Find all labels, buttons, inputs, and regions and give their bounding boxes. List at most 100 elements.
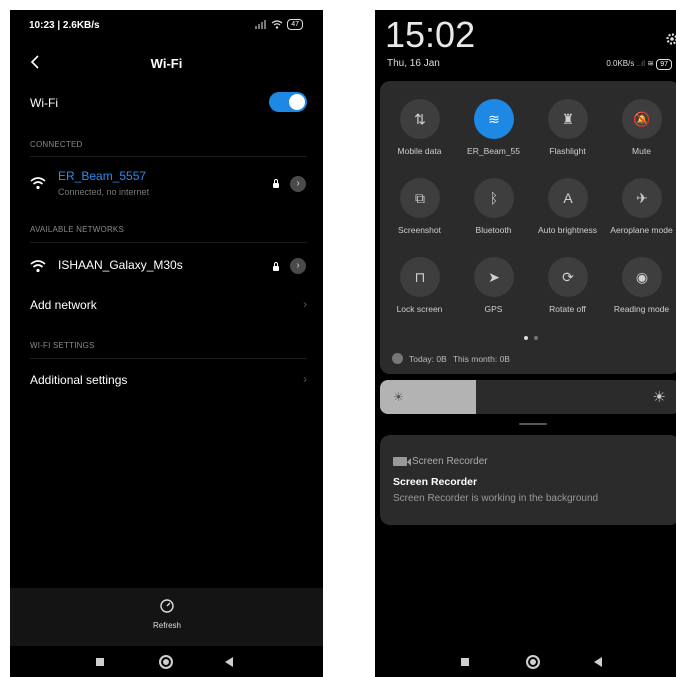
wifi-signal-icon — [30, 260, 46, 273]
home-button[interactable] — [526, 655, 540, 669]
tile-auto-brightness[interactable]: A Auto brightness — [530, 178, 605, 244]
divider — [30, 242, 307, 243]
battery-icon: 47 — [287, 19, 303, 30]
bluetooth-icon: ᛒ — [474, 178, 514, 218]
refresh-button[interactable]: Refresh — [145, 598, 189, 638]
auto-brightness-icon: A — [548, 178, 588, 218]
data-usage-icon — [392, 353, 403, 364]
usage-today: Today: 0B — [409, 353, 447, 364]
tile-aeroplane-mode[interactable]: ✈ Aeroplane mode — [604, 178, 676, 244]
tile-reading-mode[interactable]: ◉ Reading mode — [604, 257, 676, 323]
battery-icon: 97 — [656, 59, 672, 70]
signal-icon — [255, 20, 267, 29]
brightness-slider[interactable]: ☀ ☀ — [380, 380, 676, 414]
net-speed: 0.0KB/s ..ıl ≋ 97 — [606, 59, 672, 70]
mute-icon: 🔕 — [622, 99, 662, 139]
tile-label: Reading mode — [613, 304, 670, 314]
wifi-status-icon — [271, 20, 283, 29]
page-dot-active — [524, 336, 528, 340]
rotate-icon: ⟳ — [548, 257, 588, 297]
status-icons: 47 — [255, 19, 303, 30]
connected-network-row[interactable]: ER_Beam_5557 Connected, no internet › — [10, 166, 323, 206]
notification-app-row: Screen Recorder — [393, 456, 488, 467]
chevron-right-icon: › — [303, 297, 307, 311]
quick-settings-panel: ⇅ Mobile data ≋ ER_Beam_55 ♜ Flashlight 🔕 Mute ⧉… — [380, 81, 676, 374]
tile-screenshot[interactable]: ⧉ Screenshot — [382, 178, 457, 244]
lock-icon: ⊓ — [400, 257, 440, 297]
notification-app-name: Screen Recorder — [412, 456, 488, 467]
tile-rotate-off[interactable]: ⟳ Rotate off — [530, 257, 605, 323]
page-title: Wi-Fi — [150, 56, 183, 71]
back-button[interactable] — [225, 657, 233, 667]
lock-icon — [273, 179, 279, 188]
wifi-toggle-label: Wi-Fi — [30, 96, 58, 110]
tile-label: Aeroplane mode — [610, 225, 673, 235]
page-dot — [534, 336, 538, 340]
tile-bluetooth[interactable]: ᛒ Bluetooth — [456, 178, 531, 244]
refresh-label: Refresh — [152, 621, 181, 630]
gps-icon: ➤ — [474, 257, 514, 297]
wifi-signal-icon — [30, 177, 46, 190]
available-network-name: ISHAAN_Galaxy_M30s — [58, 258, 183, 272]
screenshot-icon: ⧉ — [400, 178, 440, 218]
aeroplane-icon: ✈ — [622, 178, 662, 218]
additional-settings-row[interactable]: Additional settings › — [10, 370, 323, 396]
page-indicator — [524, 336, 538, 340]
network-details-button[interactable]: › — [290, 176, 306, 192]
additional-settings-label: Additional settings — [30, 373, 128, 387]
status-bar: 10:23 | 2.6KB/s 47 — [10, 10, 323, 44]
page-header: Wi-Fi — [10, 52, 323, 82]
connected-network-status: Connected, no internet — [58, 187, 150, 197]
chevron-right-icon: › — [303, 372, 307, 386]
tile-er-beam-55[interactable]: ≋ ER_Beam_55 — [456, 99, 531, 165]
available-section-label: AVAILABLE NETWORKS — [30, 225, 124, 234]
tile-mute[interactable]: 🔕 Mute — [604, 99, 676, 165]
flashlight-icon: ♜ — [548, 99, 588, 139]
divider — [30, 358, 307, 359]
brightness-low-icon: ☀ — [393, 390, 404, 404]
add-network-row[interactable]: Add network › — [10, 295, 323, 321]
network-details-button[interactable]: › — [290, 258, 306, 274]
data-usage[interactable]: Today: 0B This month: 0B — [392, 353, 510, 364]
home-button[interactable] — [159, 655, 173, 669]
available-network-row[interactable]: ISHAAN_Galaxy_M30s › — [10, 253, 323, 281]
brightness-high-icon: ☀ — [652, 389, 666, 406]
wifi-settings-section-label: WI-FI SETTINGS — [30, 341, 95, 350]
wifi-toggle-row[interactable]: Wi-Fi — [10, 92, 323, 122]
tile-label: Mute — [632, 146, 651, 156]
status-time: 10:23 | 2.6KB/s — [29, 20, 100, 31]
date: Thu, 16 Jan — [387, 58, 440, 69]
connected-section-label: CONNECTED — [30, 140, 83, 149]
wifi-icon: ≋ — [474, 99, 514, 139]
drag-handle[interactable] — [519, 423, 547, 425]
mobile-data-icon: ⇅ — [400, 99, 440, 139]
recents-button[interactable] — [461, 658, 469, 666]
refresh-icon — [160, 599, 174, 613]
clock: 15:02 — [385, 14, 476, 55]
add-network-label: Add network — [30, 298, 97, 312]
divider — [30, 156, 307, 157]
notification-card[interactable]: Screen Recorder Screen Recorder Screen R… — [380, 435, 676, 525]
notification-title: Screen Recorder — [393, 476, 478, 488]
lock-icon — [273, 262, 279, 271]
signal-icon: ..ıl — [636, 59, 646, 68]
back-button[interactable] — [594, 657, 602, 667]
navigation-bar — [375, 646, 676, 677]
net-speed-value: 0.0KB/s — [606, 59, 635, 68]
tile-lock-screen[interactable]: ⊓ Lock screen — [382, 257, 457, 323]
connected-network-name: ER_Beam_5557 — [58, 169, 147, 183]
quick-settings-screen: 15:02 Thu, 16 Jan 0.0KB/s ..ıl ≋ 97 ⇅ Mob… — [375, 10, 676, 677]
gear-icon[interactable] — [665, 32, 676, 46]
wifi-status-icon: ≋ — [647, 59, 654, 68]
notification-body: Screen Recorder is working in the backgr… — [393, 493, 599, 504]
navigation-bar — [10, 646, 323, 677]
video-camera-icon — [393, 457, 411, 466]
wifi-toggle-switch[interactable] — [269, 92, 307, 112]
tile-mobile-data[interactable]: ⇅ Mobile data — [382, 99, 457, 165]
tile-flashlight[interactable]: ♜ Flashlight — [530, 99, 605, 165]
wifi-settings-screen: 10:23 | 2.6KB/s 47 Wi-Fi Wi-Fi CONNECTED — [10, 10, 323, 677]
reading-mode-icon: ◉ — [622, 257, 662, 297]
refresh-bar: Refresh — [10, 588, 323, 646]
recents-button[interactable] — [96, 658, 104, 666]
tile-gps[interactable]: ➤ GPS — [456, 257, 531, 323]
